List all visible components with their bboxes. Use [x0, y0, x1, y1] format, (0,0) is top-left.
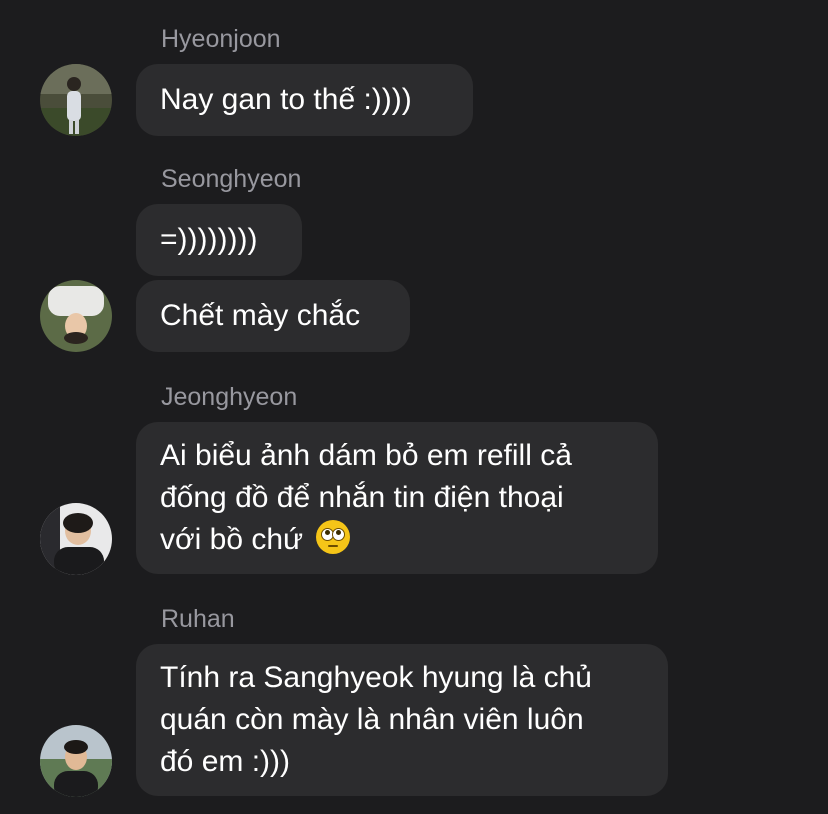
avatar-photo [40, 725, 112, 797]
message-text: Nay gan to thế :)))) [160, 83, 412, 116]
avatar-ruhan[interactable] [40, 725, 112, 797]
message-text-line-1: Tính ra Sanghyeok hyung là chủ [160, 661, 592, 694]
face-with-rolling-eyes-emoji [315, 520, 350, 554]
sender-name-hyeonjoon: Hyeonjoon [161, 25, 281, 53]
message-bubble[interactable]: Tính ra Sanghyeok hyung là chủ quán còn … [136, 644, 668, 796]
message-text-line-2: đống đồ để nhắn tin điện thoại [160, 481, 564, 514]
sender-name-ruhan: Ruhan [161, 605, 235, 633]
message-text-line-2: quán còn mày là nhân viên luôn [160, 703, 584, 736]
message-bubble[interactable]: Nay gan to thế :)))) [136, 64, 473, 136]
message-text-line-3-text: với bồ chứ [160, 523, 304, 556]
avatar-photo [40, 280, 112, 352]
message-text: =)))))))) [160, 223, 258, 256]
sender-name-seonghyeon: Seonghyeon [161, 165, 302, 193]
message-bubble[interactable]: Ai biểu ảnh dám bỏ em refill cả đống đồ … [136, 422, 658, 574]
avatar-photo [40, 503, 112, 575]
avatar-photo [40, 64, 112, 136]
message-bubble[interactable]: Chết mày chắc [136, 280, 410, 352]
avatar-jeonghyeon[interactable] [40, 503, 112, 575]
message-text-line-3: với bồ chứ [160, 519, 634, 561]
sender-name-jeonghyeon: Jeonghyeon [161, 383, 298, 411]
message-text-line-1: Ai biểu ảnh dám bỏ em refill cả [160, 439, 572, 472]
message-text: Chết mày chắc [160, 299, 361, 332]
message-text-line-3: đó em :))) [160, 745, 291, 778]
avatar-hyeonjoon[interactable] [40, 64, 112, 136]
avatar-seonghyeon[interactable] [40, 280, 112, 352]
message-bubble[interactable]: =)))))))) [136, 204, 302, 276]
